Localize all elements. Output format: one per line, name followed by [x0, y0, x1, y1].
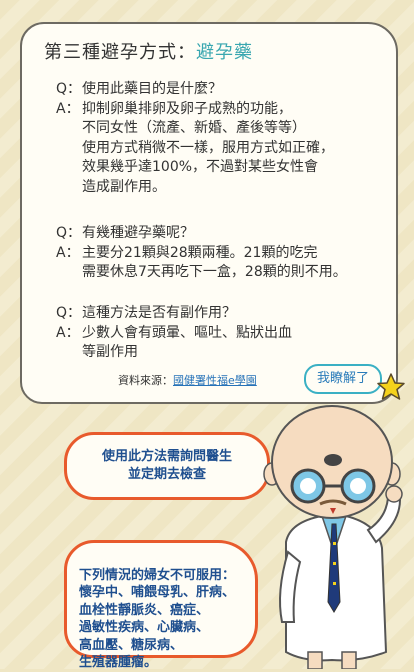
warning-speech-bubble: 下列情況的婦女不可服用： 懷孕中、哺餵母乳、肝病、 血栓性靜脈炎、癌症、 過敏性… — [64, 540, 258, 670]
consult-speech-bubble: 使用此方法需詢問醫生 並定期去檢查 — [64, 432, 270, 500]
answer-text: 主要分21顆與28顆兩種。21顆的吃完 需要休息7天再吃下一盒，28顆的則不用。 — [82, 244, 347, 281]
source-link[interactable]: 國健署性福e學園 — [173, 374, 257, 387]
got-it-button[interactable]: 我瞭解了 — [304, 364, 382, 394]
question-label: Q： — [56, 225, 82, 241]
title-main: 第三種避孕方式： — [44, 42, 196, 63]
question-label: Q： — [56, 305, 82, 321]
answer-text: 少數人會有頭暈、嘔吐、點狀出血 等副作用 — [82, 324, 292, 361]
question-label: Q： — [56, 81, 82, 97]
question-text: 使用此藥目的是什麼？ — [82, 81, 222, 97]
star-icon — [377, 373, 405, 400]
answer-label: A： — [56, 324, 80, 341]
qa-block-2: Q： 有幾種避孕藥呢？ A： 主要分21顆與28顆兩種。21顆的吃完 需要休息7天再… — [56, 224, 347, 283]
qa-block-1: Q： 使用此藥目的是什麼？ A： 抑制卵巢排卵及卵子成熟的功能， 不同女性（流產、新… — [56, 80, 334, 197]
answer-label: A： — [56, 244, 80, 261]
page-title: 第三種避孕方式：避孕藥 — [44, 38, 253, 64]
source-label: 資料來源： — [118, 374, 173, 387]
source-credit: 資料來源：國健署性福e學園 — [118, 372, 257, 388]
question-text: 有幾種避孕藥呢？ — [82, 225, 194, 241]
doctor-illustration — [263, 405, 403, 669]
title-accent: 避孕藥 — [196, 42, 253, 63]
qa-block-3: Q： 這種方法是否有副作用？ A： 少數人會有頭暈、嘔吐、點狀出血 等副作用 — [56, 304, 292, 363]
answer-text: 抑制卵巢排卵及卵子成熟的功能， 不同女性（流產、新婚、產後等等） 使用方式稍微不… — [82, 100, 334, 195]
question-text: 這種方法是否有副作用？ — [82, 305, 236, 321]
answer-label: A： — [56, 100, 80, 117]
warning-text: 下列情況的婦女不可服用： 懷孕中、哺餵母乳、肝病、 血栓性靜脈炎、癌症、 過敏性… — [79, 567, 236, 671]
consult-text: 使用此方法需詢問醫生 並定期去檢查 — [101, 449, 232, 482]
